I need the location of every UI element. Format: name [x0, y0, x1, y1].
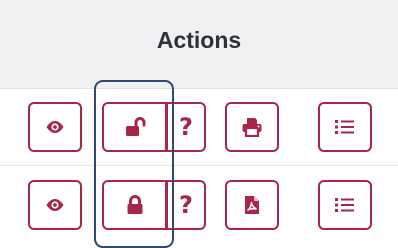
actions-column-header: Actions [156, 27, 242, 53]
print-button[interactable] [225, 102, 279, 152]
help-label: ? [179, 191, 193, 219]
lock-open-icon [125, 117, 145, 136]
eye-icon [46, 199, 64, 211]
pdf-button[interactable] [225, 180, 279, 230]
table-header: Actions [0, 0, 398, 89]
help-button[interactable]: ? [167, 180, 206, 230]
lock-closed-icon [127, 195, 142, 214]
eye-icon [46, 121, 64, 133]
pdf-icon [245, 196, 259, 214]
details-button[interactable] [318, 102, 372, 152]
details-button[interactable] [318, 180, 372, 230]
list-icon [335, 120, 354, 134]
print-icon [242, 118, 262, 137]
unlock-button[interactable] [102, 102, 167, 152]
lock-button[interactable] [102, 180, 167, 230]
help-button[interactable]: ? [167, 102, 206, 152]
view-button[interactable] [28, 180, 82, 230]
help-label: ? [179, 113, 193, 141]
list-icon [335, 198, 354, 212]
view-button[interactable] [28, 102, 82, 152]
row-divider [0, 165, 398, 166]
